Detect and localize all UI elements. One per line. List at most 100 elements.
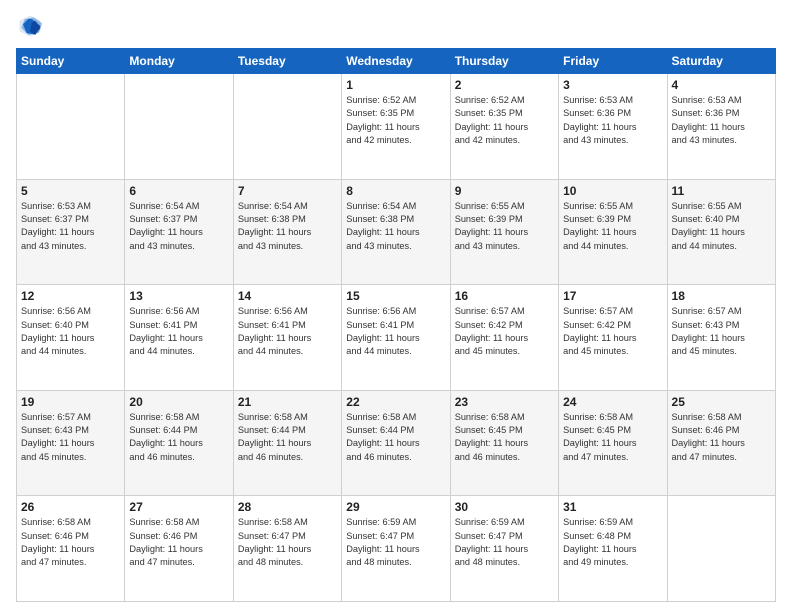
day-number: 1 <box>346 78 445 92</box>
calendar-cell: 8 Sunrise: 6:54 AM Sunset: 6:38 PM Daylig… <box>342 179 450 285</box>
day-number: 25 <box>672 395 771 409</box>
day-info: Sunrise: 6:55 AM Sunset: 6:39 PM Dayligh… <box>455 200 554 253</box>
day-number: 2 <box>455 78 554 92</box>
day-number: 22 <box>346 395 445 409</box>
day-number: 17 <box>563 289 662 303</box>
day-info: Sunrise: 6:56 AM Sunset: 6:40 PM Dayligh… <box>21 305 120 358</box>
week-row-5: 26 Sunrise: 6:58 AM Sunset: 6:46 PM Dayli… <box>17 496 776 602</box>
day-info: Sunrise: 6:58 AM Sunset: 6:44 PM Dayligh… <box>129 411 228 464</box>
day-info: Sunrise: 6:58 AM Sunset: 6:47 PM Dayligh… <box>238 516 337 569</box>
calendar-cell: 12 Sunrise: 6:56 AM Sunset: 6:40 PM Dayli… <box>17 285 125 391</box>
calendar-cell: 21 Sunrise: 6:58 AM Sunset: 6:44 PM Dayli… <box>233 390 341 496</box>
weekday-header-saturday: Saturday <box>667 49 775 74</box>
calendar-cell: 27Sunrise: 6:58 AM Sunset: 6:46 PM Dayli… <box>125 496 233 602</box>
calendar-cell <box>17 74 125 180</box>
day-number: 13 <box>129 289 228 303</box>
day-info: Sunrise: 6:58 AM Sunset: 6:46 PM Dayligh… <box>672 411 771 464</box>
day-info: Sunrise: 6:59 AM Sunset: 6:48 PM Dayligh… <box>563 516 662 569</box>
calendar-cell: 2 Sunrise: 6:52 AM Sunset: 6:35 PM Daylig… <box>450 74 558 180</box>
weekday-header-row: SundayMondayTuesdayWednesdayThursdayFrid… <box>17 49 776 74</box>
day-number: 11 <box>672 184 771 198</box>
day-number: 5 <box>21 184 120 198</box>
day-info: Sunrise: 6:52 AM Sunset: 6:35 PM Dayligh… <box>346 94 445 147</box>
day-number: 24 <box>563 395 662 409</box>
calendar-cell <box>667 496 775 602</box>
calendar-cell: 14 Sunrise: 6:56 AM Sunset: 6:41 PM Dayli… <box>233 285 341 391</box>
day-number: 8 <box>346 184 445 198</box>
logo-icon <box>16 12 44 40</box>
day-info: Sunrise: 6:57 AM Sunset: 6:43 PM Dayligh… <box>672 305 771 358</box>
calendar-cell: 11 Sunrise: 6:55 AM Sunset: 6:40 PM Dayli… <box>667 179 775 285</box>
day-info: Sunrise: 6:53 AM Sunset: 6:36 PM Dayligh… <box>672 94 771 147</box>
calendar-cell <box>125 74 233 180</box>
day-number: 29 <box>346 500 445 514</box>
day-number: 7 <box>238 184 337 198</box>
week-row-4: 19 Sunrise: 6:57 AM Sunset: 6:43 PM Dayli… <box>17 390 776 496</box>
weekday-header-tuesday: Tuesday <box>233 49 341 74</box>
day-info: Sunrise: 6:56 AM Sunset: 6:41 PM Dayligh… <box>129 305 228 358</box>
calendar-cell: 7 Sunrise: 6:54 AM Sunset: 6:38 PM Daylig… <box>233 179 341 285</box>
week-row-3: 12 Sunrise: 6:56 AM Sunset: 6:40 PM Dayli… <box>17 285 776 391</box>
day-info: Sunrise: 6:58 AM Sunset: 6:46 PM Dayligh… <box>21 516 120 569</box>
calendar-cell: 31 Sunrise: 6:59 AM Sunset: 6:48 PM Dayli… <box>559 496 667 602</box>
day-info: Sunrise: 6:54 AM Sunset: 6:38 PM Dayligh… <box>346 200 445 253</box>
day-number: 31 <box>563 500 662 514</box>
day-number: 19 <box>21 395 120 409</box>
day-number: 26 <box>21 500 120 514</box>
calendar-cell: 28Sunrise: 6:58 AM Sunset: 6:47 PM Dayli… <box>233 496 341 602</box>
day-number: 30 <box>455 500 554 514</box>
day-info: Sunrise: 6:57 AM Sunset: 6:42 PM Dayligh… <box>455 305 554 358</box>
weekday-header-monday: Monday <box>125 49 233 74</box>
week-row-2: 5 Sunrise: 6:53 AM Sunset: 6:37 PM Daylig… <box>17 179 776 285</box>
day-number: 18 <box>672 289 771 303</box>
day-number: 9 <box>455 184 554 198</box>
calendar-cell: 17 Sunrise: 6:57 AM Sunset: 6:42 PM Dayli… <box>559 285 667 391</box>
calendar-cell: 19 Sunrise: 6:57 AM Sunset: 6:43 PM Dayli… <box>17 390 125 496</box>
day-info: Sunrise: 6:58 AM Sunset: 6:44 PM Dayligh… <box>346 411 445 464</box>
day-info: Sunrise: 6:56 AM Sunset: 6:41 PM Dayligh… <box>346 305 445 358</box>
weekday-header-sunday: Sunday <box>17 49 125 74</box>
calendar-cell: 29 Sunrise: 6:59 AM Sunset: 6:47 PM Dayli… <box>342 496 450 602</box>
calendar-cell: 15 Sunrise: 6:56 AM Sunset: 6:41 PM Dayli… <box>342 285 450 391</box>
day-number: 15 <box>346 289 445 303</box>
calendar-table: SundayMondayTuesdayWednesdayThursdayFrid… <box>16 48 776 602</box>
day-info: Sunrise: 6:57 AM Sunset: 6:42 PM Dayligh… <box>563 305 662 358</box>
calendar-cell: 6Sunrise: 6:54 AM Sunset: 6:37 PM Daylig… <box>125 179 233 285</box>
week-row-1: 1 Sunrise: 6:52 AM Sunset: 6:35 PM Daylig… <box>17 74 776 180</box>
day-number: 3 <box>563 78 662 92</box>
day-info: Sunrise: 6:52 AM Sunset: 6:35 PM Dayligh… <box>455 94 554 147</box>
weekday-header-friday: Friday <box>559 49 667 74</box>
calendar-cell: 24 Sunrise: 6:58 AM Sunset: 6:45 PM Dayli… <box>559 390 667 496</box>
day-info: Sunrise: 6:53 AM Sunset: 6:37 PM Dayligh… <box>21 200 120 253</box>
day-number: 10 <box>563 184 662 198</box>
day-number: 21 <box>238 395 337 409</box>
day-number: 27 <box>129 500 228 514</box>
day-info: Sunrise: 6:58 AM Sunset: 6:44 PM Dayligh… <box>238 411 337 464</box>
day-info: Sunrise: 6:54 AM Sunset: 6:37 PM Dayligh… <box>129 200 228 253</box>
day-info: Sunrise: 6:59 AM Sunset: 6:47 PM Dayligh… <box>346 516 445 569</box>
calendar-cell: 25 Sunrise: 6:58 AM Sunset: 6:46 PM Dayli… <box>667 390 775 496</box>
calendar-cell: 22 Sunrise: 6:58 AM Sunset: 6:44 PM Dayli… <box>342 390 450 496</box>
day-info: Sunrise: 6:55 AM Sunset: 6:40 PM Dayligh… <box>672 200 771 253</box>
calendar-cell: 30 Sunrise: 6:59 AM Sunset: 6:47 PM Dayli… <box>450 496 558 602</box>
calendar-cell: 10 Sunrise: 6:55 AM Sunset: 6:39 PM Dayli… <box>559 179 667 285</box>
day-number: 14 <box>238 289 337 303</box>
calendar-cell <box>233 74 341 180</box>
day-info: Sunrise: 6:54 AM Sunset: 6:38 PM Dayligh… <box>238 200 337 253</box>
day-info: Sunrise: 6:59 AM Sunset: 6:47 PM Dayligh… <box>455 516 554 569</box>
day-info: Sunrise: 6:56 AM Sunset: 6:41 PM Dayligh… <box>238 305 337 358</box>
day-number: 12 <box>21 289 120 303</box>
header <box>16 12 776 40</box>
calendar-cell: 26 Sunrise: 6:58 AM Sunset: 6:46 PM Dayli… <box>17 496 125 602</box>
calendar-cell: 1 Sunrise: 6:52 AM Sunset: 6:35 PM Daylig… <box>342 74 450 180</box>
day-info: Sunrise: 6:58 AM Sunset: 6:45 PM Dayligh… <box>455 411 554 464</box>
day-info: Sunrise: 6:57 AM Sunset: 6:43 PM Dayligh… <box>21 411 120 464</box>
calendar-cell: 3Sunrise: 6:53 AM Sunset: 6:36 PM Daylig… <box>559 74 667 180</box>
page: SundayMondayTuesdayWednesdayThursdayFrid… <box>0 0 792 612</box>
day-info: Sunrise: 6:55 AM Sunset: 6:39 PM Dayligh… <box>563 200 662 253</box>
day-number: 16 <box>455 289 554 303</box>
day-number: 23 <box>455 395 554 409</box>
day-info: Sunrise: 6:58 AM Sunset: 6:45 PM Dayligh… <box>563 411 662 464</box>
weekday-header-thursday: Thursday <box>450 49 558 74</box>
calendar-cell: 18 Sunrise: 6:57 AM Sunset: 6:43 PM Dayli… <box>667 285 775 391</box>
